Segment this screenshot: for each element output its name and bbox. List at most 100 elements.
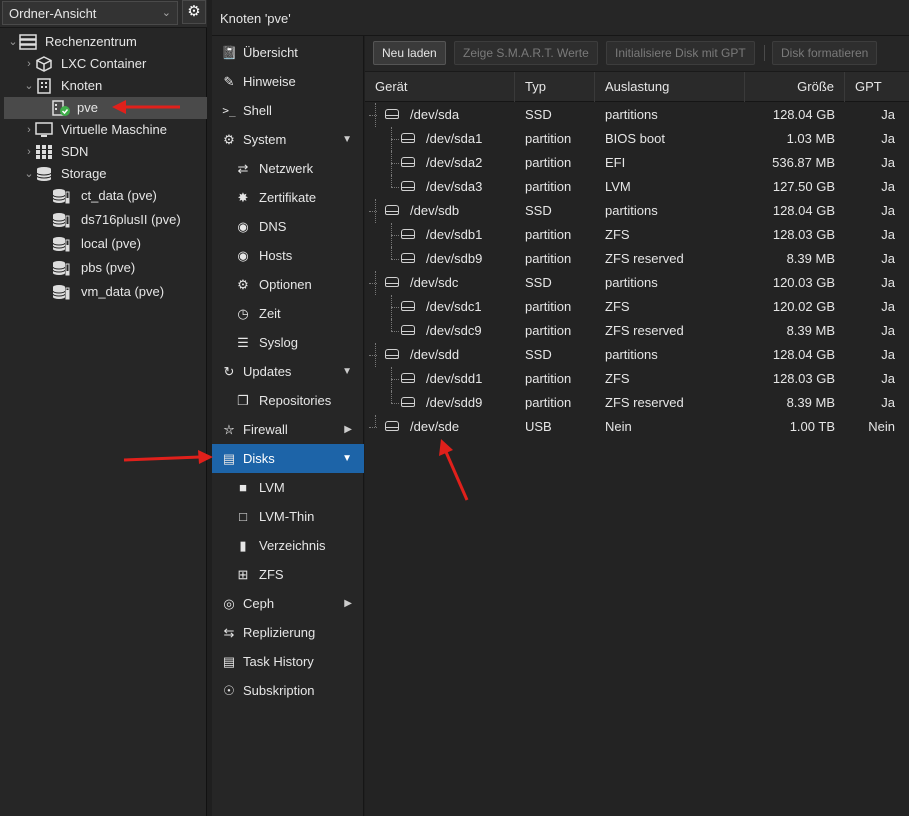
nav-item-syslog[interactable]: ☰ Syslog: [212, 328, 364, 357]
nav-item-updates[interactable]: ↻ Updates ▼: [212, 357, 364, 386]
chevron-right-icon[interactable]: ›: [23, 119, 35, 141]
tree-item-label: Storage: [61, 166, 107, 181]
caret-right-icon[interactable]: ▶: [344, 589, 352, 618]
tree-item-pve[interactable]: pve: [4, 97, 207, 119]
disk-row[interactable]: /dev/sdb9 partition ZFS reserved 8.39 MB Ja: [365, 247, 909, 271]
column-header-type[interactable]: Typ: [515, 72, 595, 102]
gear-icon[interactable]: ⚙: [182, 0, 206, 24]
tree-item-label: pbs (pve): [81, 260, 136, 275]
hdd-icon: [401, 373, 415, 383]
cell-usage: LVM: [605, 179, 631, 194]
tree-item-storage-entry[interactable]: vm_data (pve): [0, 281, 207, 303]
nav-item-time[interactable]: ◷ Zeit: [212, 299, 364, 328]
disk-row[interactable]: /dev/sdc1 partition ZFS 120.02 GB Ja: [365, 295, 909, 319]
tree-item-label: Rechenzentrum: [45, 34, 137, 49]
chevron-down-icon[interactable]: ⌄: [23, 75, 35, 97]
nav-item-subscription[interactable]: ☉ Subskription: [212, 676, 364, 705]
cell-gpt: Ja: [881, 371, 895, 386]
storage-database-icon: [52, 261, 70, 276]
nav-item-lvm-thin[interactable]: □ LVM-Thin: [212, 502, 364, 531]
disks-toolbar: Neu laden Zeige S.M.A.R.T. Werte Initial…: [365, 36, 909, 72]
refresh-icon: ↻: [223, 364, 235, 379]
nav-item-ceph[interactable]: ◎ Ceph ▶: [212, 589, 364, 618]
nav-item-task-history[interactable]: ▤ Task History: [212, 647, 364, 676]
disk-row[interactable]: /dev/sda3 partition LVM 127.50 GB Ja: [365, 175, 909, 199]
tree-connector-line: [369, 355, 377, 356]
column-header-size[interactable]: Größe: [745, 72, 845, 102]
chevron-right-icon[interactable]: ›: [23, 53, 35, 75]
disk-row[interactable]: /dev/sdc SSD partitions 120.03 GB Ja: [365, 271, 909, 295]
disk-row[interactable]: /dev/sda1 partition BIOS boot 1.03 MB Ja: [365, 127, 909, 151]
hdd-icon: [401, 133, 415, 143]
tree-item-nodes[interactable]: ⌄ Knoten: [0, 75, 207, 97]
disk-row[interactable]: /dev/sdd SSD partitions 128.04 GB Ja: [365, 343, 909, 367]
caret-down-icon[interactable]: ▼: [342, 357, 352, 386]
disk-row[interactable]: /dev/sdb SSD partitions 128.04 GB Ja: [365, 199, 909, 223]
view-selector-bar: Ordner-Ansicht ⌄ ⚙: [0, 0, 207, 28]
globe-icon: ◉: [237, 219, 249, 234]
chevron-down-icon[interactable]: ⌄: [23, 163, 35, 185]
tree-connector-line: [391, 139, 399, 140]
chevron-right-icon[interactable]: ›: [23, 141, 35, 163]
show-smart-button[interactable]: Zeige S.M.A.R.T. Werte: [454, 41, 598, 65]
caret-down-icon[interactable]: ▼: [342, 125, 352, 154]
reload-button[interactable]: Neu laden: [373, 41, 446, 65]
disk-row[interactable]: /dev/sdd9 partition ZFS reserved 8.39 MB Ja: [365, 391, 909, 415]
disk-row[interactable]: /dev/sda2 partition EFI 536.87 MB Ja: [365, 151, 909, 175]
cell-type: partition: [525, 227, 572, 242]
gear-icon: ⚙: [237, 277, 249, 292]
caret-right-icon[interactable]: ▶: [344, 415, 352, 444]
tree-item-storage-entry[interactable]: pbs (pve): [0, 257, 207, 279]
cell-gpt: Ja: [881, 347, 895, 362]
cell-size: 1.00 TB: [789, 419, 835, 434]
caret-down-icon[interactable]: ▼: [342, 444, 352, 473]
nav-item-options[interactable]: ⚙ Optionen: [212, 270, 364, 299]
nav-item-notes[interactable]: ✎ Hinweise: [212, 67, 364, 96]
nav-item-label: ZFS: [259, 567, 284, 582]
tree-item-vms[interactable]: › Virtuelle Maschine: [0, 119, 207, 141]
nav-item-label: Replizierung: [243, 625, 316, 640]
cell-size: 1.03 MB: [786, 131, 835, 146]
disk-row[interactable]: /dev/sdc9 partition ZFS reserved 8.39 MB Ja: [365, 319, 909, 343]
tree-item-sdn[interactable]: › SDN: [0, 141, 207, 163]
nav-item-overview[interactable]: 📓 Übersicht: [212, 38, 364, 67]
chevron-down-icon[interactable]: ⌄: [7, 31, 19, 53]
nav-item-directory[interactable]: ▮ Verzeichnis: [212, 531, 364, 560]
nav-item-zfs[interactable]: ⊞ ZFS: [212, 560, 364, 589]
tree-item-storage-entry[interactable]: ct_data (pve): [0, 185, 207, 207]
column-header-usage[interactable]: Auslastung: [595, 72, 745, 102]
disk-row[interactable]: /dev/sde USB Nein 1.00 TB Nein: [365, 415, 909, 439]
nav-item-dns[interactable]: ◉ DNS: [212, 212, 364, 241]
tree-item-storage[interactable]: ⌄ Storage: [0, 163, 207, 185]
view-select[interactable]: Ordner-Ansicht ⌄: [2, 1, 178, 25]
disk-row[interactable]: /dev/sda SSD partitions 128.04 GB Ja: [365, 103, 909, 127]
column-header-device[interactable]: Gerät: [365, 72, 515, 102]
gears-icon: ⚙: [223, 132, 235, 147]
cell-size: 128.03 GB: [772, 371, 835, 386]
cell-usage: BIOS boot: [605, 131, 665, 146]
nav-item-disks[interactable]: ▤ Disks ▼: [212, 444, 364, 473]
disk-row[interactable]: /dev/sdd1 partition ZFS 128.03 GB Ja: [365, 367, 909, 391]
column-header-gpt[interactable]: GPT: [845, 72, 909, 102]
nav-item-firewall[interactable]: ⛦ Firewall ▶: [212, 415, 364, 444]
tree-item-label: ds716plusII (pve): [81, 212, 181, 227]
format-disk-button[interactable]: Disk formatieren: [772, 41, 878, 65]
tree-item-datacenter[interactable]: ⌄ Rechenzentrum: [0, 31, 207, 53]
cell-usage: ZFS reserved: [605, 323, 684, 338]
initialize-gpt-button[interactable]: Initialisiere Disk mit GPT: [606, 41, 755, 65]
monitor-icon: [35, 122, 53, 137]
disk-row[interactable]: /dev/sdb1 partition ZFS 128.03 GB Ja: [365, 223, 909, 247]
tree-item-lxc[interactable]: › LXC Container: [0, 53, 207, 75]
nav-item-replication[interactable]: ⇆ Replizierung: [212, 618, 364, 647]
nav-item-system[interactable]: ⚙ System ▼: [212, 125, 364, 154]
nav-item-shell[interactable]: >_ Shell: [212, 96, 364, 125]
tree-item-storage-entry[interactable]: ds716plusII (pve): [0, 209, 207, 231]
tree-item-storage-entry[interactable]: local (pve): [0, 233, 207, 255]
nav-item-label: DNS: [259, 219, 287, 234]
nav-item-hosts[interactable]: ◉ Hosts: [212, 241, 364, 270]
nav-item-network[interactable]: ⇄ Netzwerk: [212, 154, 364, 183]
nav-item-lvm[interactable]: ■ LVM: [212, 473, 364, 502]
nav-item-repositories[interactable]: ❐ Repositories: [212, 386, 364, 415]
tree-connector-line: [391, 307, 399, 308]
nav-item-certificates[interactable]: ✸ Zertifikate: [212, 183, 364, 212]
